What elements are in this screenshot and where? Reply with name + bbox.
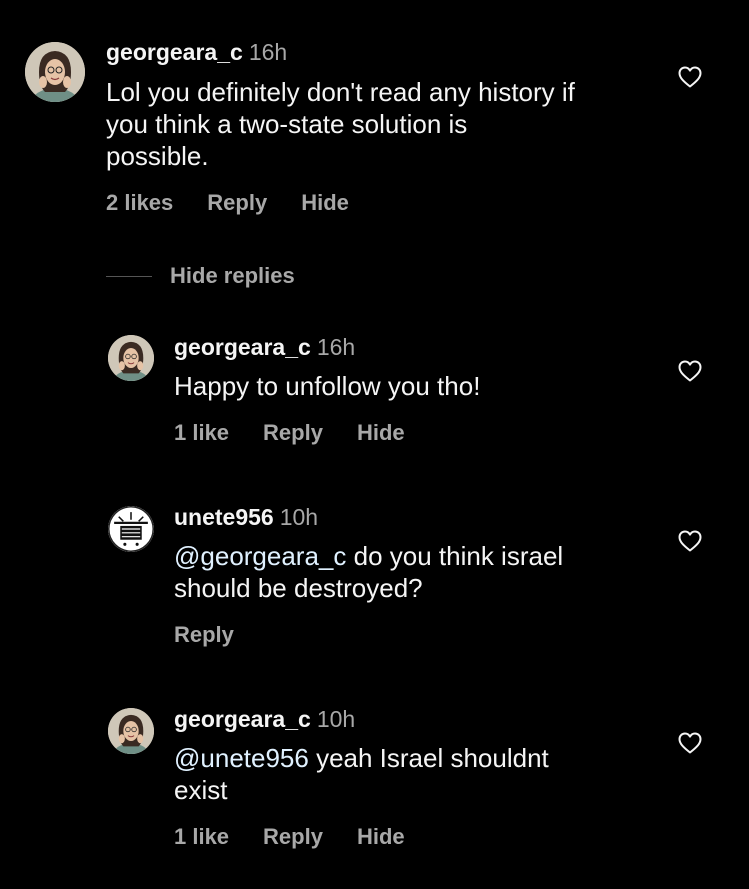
likes-count-button[interactable]: 1 like <box>174 420 229 446</box>
reply-button[interactable]: Reply <box>263 824 323 850</box>
comment-text-line: you think a two-state solution is <box>106 109 468 139</box>
reply-actions: Reply <box>174 622 234 648</box>
hide-replies-label: Hide replies <box>170 263 295 288</box>
avatar[interactable] <box>108 708 154 754</box>
reply-text-line: Happy to unfollow you tho! <box>174 371 481 401</box>
like-heart-icon[interactable] <box>678 732 702 754</box>
comment-text: Lol you definitely don't read any histor… <box>106 76 575 172</box>
timestamp: 10h <box>316 706 356 732</box>
reply-button[interactable]: Reply <box>174 622 234 648</box>
comment-text-line: possible. <box>106 141 209 171</box>
timestamp: 16h <box>316 334 356 360</box>
like-heart-icon[interactable] <box>678 360 702 382</box>
reply-header: georgeara_c 10h <box>174 705 355 733</box>
reply-button[interactable]: Reply <box>207 190 267 216</box>
username[interactable]: georgeara_c <box>106 39 243 65</box>
reply-text-segment: yeah Israel shouldnt <box>308 743 549 773</box>
reply-text-line: @unete956 yeah Israel shouldnt <box>174 742 549 774</box>
reply-text-segment: do you think israel <box>346 541 564 571</box>
reply-header: unete956 10h <box>174 503 318 531</box>
username[interactable]: georgeara_c <box>174 706 311 732</box>
reply-actions: 1 like Reply Hide <box>174 420 405 446</box>
like-heart-icon[interactable] <box>678 66 702 88</box>
mention-link[interactable]: @georgeara_c <box>174 541 346 571</box>
avatar[interactable] <box>108 335 154 381</box>
hide-button[interactable]: Hide <box>357 824 405 850</box>
mention-link[interactable]: @unete956 <box>174 743 309 773</box>
reply-button[interactable]: Reply <box>263 420 323 446</box>
divider <box>106 275 152 277</box>
like-heart-icon[interactable] <box>678 530 702 552</box>
avatar[interactable] <box>108 506 154 552</box>
hide-replies-toggle[interactable]: Hide replies <box>106 262 295 290</box>
reply-header: georgeara_c 16h <box>174 333 355 361</box>
reply-text: Happy to unfollow you tho! <box>174 370 480 402</box>
username[interactable]: unete956 <box>174 504 274 530</box>
avatar[interactable] <box>25 42 85 102</box>
hide-button[interactable]: Hide <box>301 190 349 216</box>
reply-text: @georgeara_c do you think israel should … <box>174 540 563 604</box>
reply-text-line: exist <box>174 775 228 805</box>
timestamp: 10h <box>279 504 319 530</box>
comment-actions: 2 likes Reply Hide <box>106 190 349 216</box>
comment-header: georgeara_c 16h <box>106 38 287 66</box>
likes-count-button[interactable]: 1 like <box>174 824 229 850</box>
reply-text-line: should be destroyed? <box>174 573 423 603</box>
reply-text: @unete956 yeah Israel shouldnt exist <box>174 742 549 806</box>
hide-button[interactable]: Hide <box>357 420 405 446</box>
reply-text-line: @georgeara_c do you think israel <box>174 540 563 572</box>
reply-actions: 1 like Reply Hide <box>174 824 405 850</box>
timestamp: 16h <box>248 39 288 65</box>
likes-count-button[interactable]: 2 likes <box>106 190 173 216</box>
username[interactable]: georgeara_c <box>174 334 311 360</box>
comment-text-line: Lol you definitely don't read any histor… <box>106 77 575 107</box>
